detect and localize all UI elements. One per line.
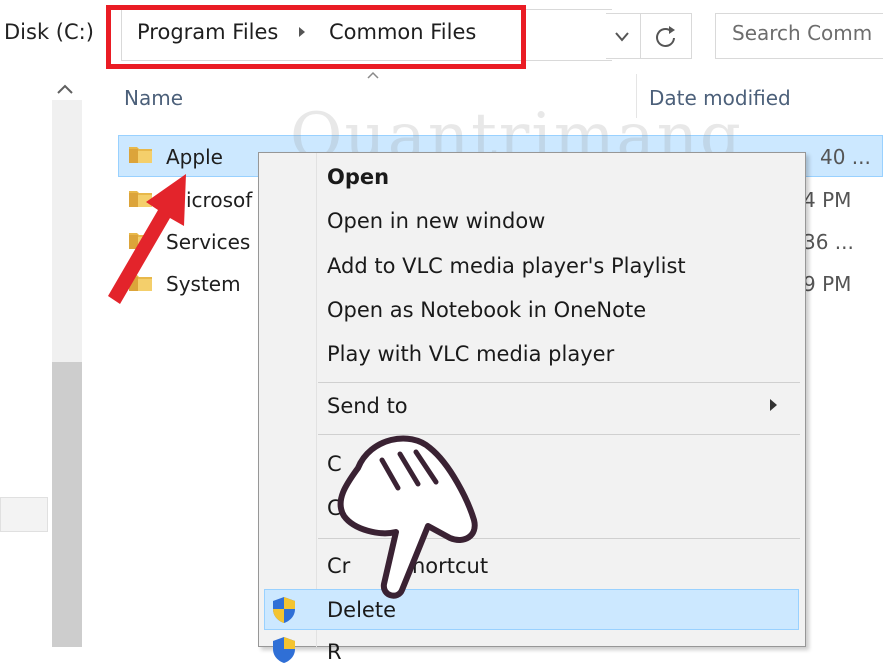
- hand-pointer-icon: [337, 435, 478, 599]
- context-menu-icon-column: [316, 153, 317, 647]
- folder-icon: [128, 144, 153, 168]
- nav-item[interactable]: [0, 497, 48, 532]
- menu-item-send-to[interactable]: Send to: [327, 394, 408, 418]
- menu-item-open-onenote[interactable]: Open as Notebook in OneNote: [327, 298, 646, 322]
- red-arrow-icon: [108, 174, 186, 304]
- refresh-button[interactable]: [640, 13, 692, 59]
- menu-item-open-new-window[interactable]: Open in new window: [327, 209, 545, 233]
- submenu-arrow-icon: [770, 399, 777, 411]
- column-header-name[interactable]: Name: [124, 86, 183, 110]
- scroll-up-icon[interactable]: [55, 80, 75, 101]
- menu-item-play-vlc[interactable]: Play with VLC media player: [327, 342, 614, 366]
- uac-shield-icon: [271, 636, 297, 668]
- menu-item-delete[interactable]: Delete: [327, 598, 396, 622]
- file-date: 4 PM: [803, 188, 852, 212]
- refresh-icon: [656, 26, 675, 47]
- search-input[interactable]: Search Comm: [732, 21, 872, 45]
- menu-item-add-vlc-playlist[interactable]: Add to VLC media player's Playlist: [327, 254, 686, 278]
- sort-caret-icon: [366, 68, 380, 82]
- file-date: 36 ...: [803, 230, 854, 254]
- chevron-down-icon: [615, 32, 629, 42]
- red-highlight-box: [106, 5, 526, 69]
- menu-item-open[interactable]: Open: [327, 165, 389, 189]
- file-date: 40 ...: [820, 145, 871, 169]
- address-dropdown-button[interactable]: [606, 13, 641, 59]
- uac-shield-icon: [271, 596, 297, 628]
- file-date: 9 PM: [803, 272, 852, 296]
- menu-item-rename[interactable]: R: [327, 640, 342, 664]
- menu-separator: [318, 382, 800, 383]
- breadcrumb-disk[interactable]: Disk (C:): [4, 20, 94, 44]
- nav-scroll-thumb[interactable]: [52, 362, 82, 647]
